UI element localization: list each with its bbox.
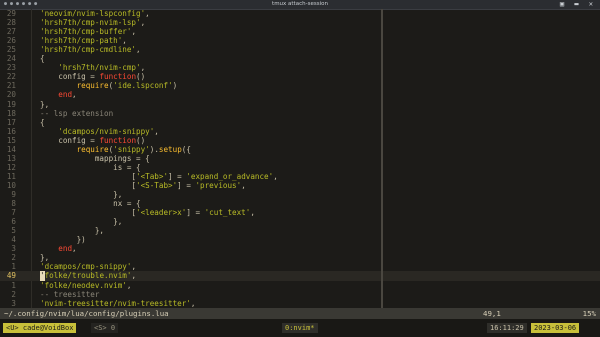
- code-token: ,: [131, 27, 137, 37]
- code-token: '<leader>x': [136, 208, 187, 218]
- code-token: 'cut_text': [204, 208, 251, 218]
- nvim-statusline: ~/.config/nvim/lua/config/plugins.lua 49…: [0, 308, 600, 319]
- code-token: require: [76, 81, 109, 91]
- code-token: },: [40, 226, 105, 236]
- code-token: }): [40, 235, 86, 245]
- code-token: ] =: [177, 180, 196, 190]
- code-token: -- lsp extension: [40, 108, 114, 118]
- code-token: end: [58, 90, 73, 100]
- code-token: {: [40, 54, 45, 64]
- code-token: ,: [145, 9, 150, 18]
- code-token: ,: [154, 126, 159, 136]
- code-token: [: [40, 180, 137, 190]
- code-token: require: [76, 144, 109, 154]
- code-token: 'snippy': [113, 144, 150, 154]
- code-token: ): [172, 81, 178, 91]
- code-token: },: [40, 253, 50, 263]
- code-token: },: [40, 217, 123, 227]
- window-controls[interactable]: ▣ ▬ ✕: [560, 0, 596, 8]
- code-token: -- treesitter: [40, 289, 100, 299]
- code-token: 'hrsh7th/cmp-cmdline': [40, 45, 137, 55]
- code-token: '<S-Tab>': [136, 180, 178, 190]
- code-token: ,: [72, 244, 77, 254]
- tmux-date: 2023-03-06: [531, 323, 580, 333]
- code-token: ,: [122, 36, 127, 46]
- code-token: 'expand_or_advance': [186, 171, 274, 181]
- code-token: 'nvim-treesitter/nvim-treesitter': [40, 298, 191, 308]
- code-token: ,: [241, 180, 246, 190]
- scroll-percent: 15%: [582, 309, 596, 318]
- code-token: setup: [158, 144, 182, 154]
- code-token: ,: [140, 18, 146, 28]
- cursor-position: 49,1: [483, 309, 501, 318]
- code-token: ({: [181, 144, 191, 154]
- code-token: ,: [126, 280, 132, 290]
- window-title: tmux attach-session: [272, 1, 328, 7]
- tmux-window-tab[interactable]: 0:nvim*: [282, 323, 318, 333]
- code-token: 'hrsh7th/cmp-buffer': [40, 27, 132, 37]
- tmux-session[interactable]: <U> cade@VoidBox: [3, 323, 77, 333]
- code-token: mappings = {: [40, 153, 150, 163]
- code-token: is = {: [40, 162, 141, 172]
- code-token: ).: [149, 144, 159, 154]
- code-token: 'neovim/nvim-lspconfig': [40, 9, 146, 18]
- tmux-s-indicator: <S> 0: [91, 323, 119, 333]
- code-token: ,: [140, 63, 146, 73]
- code-token: 'hrsh7th/cmp-path': [40, 36, 123, 46]
- code-token: [: [40, 208, 137, 218]
- code-token: config =: [40, 135, 100, 145]
- code-token: ,: [136, 45, 141, 55]
- code-token: end: [58, 244, 73, 254]
- code-token: nx = {: [40, 199, 141, 209]
- code-token: ,: [190, 298, 196, 308]
- code-token: },: [40, 190, 123, 199]
- code-token: folke/trouble.nvim': [44, 271, 132, 281]
- nvim-editor[interactable]: 29'neovim/nvim-lspconfig', 28'hrsh7th/cmp…: [0, 9, 600, 308]
- code-token: ,: [72, 90, 77, 100]
- code-token: 'dcampos/cmp-snippy': [40, 262, 132, 272]
- code-token: ] =: [186, 208, 205, 218]
- tmux-statusbar: <U> cade@VoidBox <S> 0 0:nvim* 16:11:29 …: [0, 319, 600, 337]
- code-token: [: [40, 171, 137, 181]
- code-token: 'ide.lspconf': [113, 81, 173, 91]
- code-token: function: [99, 135, 137, 145]
- code-token: (): [136, 135, 146, 145]
- code-token: 'previous': [195, 180, 242, 190]
- file-path: ~/.config/nvim/lua/config/plugins.lua: [4, 309, 169, 318]
- code-token: function: [99, 72, 137, 82]
- code-token: 'folke/neodev.nvim': [40, 280, 127, 290]
- code-token: config =: [40, 72, 100, 82]
- code-token: },: [40, 99, 50, 109]
- code-token: (): [136, 72, 146, 82]
- code-token: 'dcampos/nvim-snippy': [40, 126, 155, 136]
- vertical-split-divider[interactable]: [381, 9, 383, 308]
- code-token: '<Tab>': [136, 171, 169, 181]
- code-token: 'hrsh7th/cmp-nvim-lsp': [40, 18, 141, 28]
- code-token: 'hrsh7th/nvim-cmp': [40, 63, 141, 73]
- code-token: {: [40, 117, 45, 127]
- terminal-screen: ● ● ● ● ● ● tmux attach-session ▣ ▬ ✕ 29…: [0, 0, 600, 337]
- code-token: ] =: [168, 171, 187, 181]
- code-token: ,: [273, 171, 278, 181]
- code-token: ,: [131, 271, 137, 281]
- code-token: ,: [131, 262, 137, 272]
- tmux-clock: 16:11:29: [487, 323, 527, 333]
- code-token: ,: [250, 208, 255, 218]
